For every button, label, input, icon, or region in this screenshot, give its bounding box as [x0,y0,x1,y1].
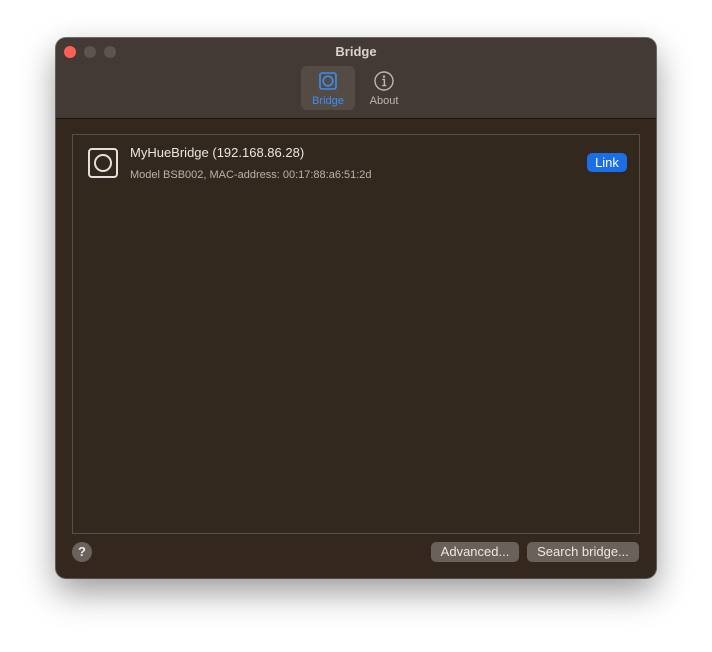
info-icon [374,71,394,91]
tab-bridge[interactable]: Bridge [301,66,355,110]
tab-about[interactable]: About [359,66,409,110]
bridge-name: MyHueBridge (192.168.86.28) [130,145,305,160]
bridge-icon [319,72,337,90]
search-bridge-button[interactable]: Search bridge... [527,542,639,562]
hue-bridge-icon [88,148,118,178]
bridge-window: Bridge Bridge About MyHueBridge (192.168… [56,38,656,578]
advanced-button[interactable]: Advanced... [431,542,519,562]
tab-about-label: About [369,95,399,107]
tab-bridge-label: Bridge [312,95,344,107]
link-button[interactable]: Link [587,153,627,172]
titlebar: Bridge Bridge About [56,38,656,119]
window-title: Bridge [335,44,377,59]
help-button[interactable]: ? [72,542,92,562]
bridge-detail: Model BSB002, MAC-address: 00:17:88:a6:5… [130,169,372,181]
list-item[interactable]: MyHueBridge (192.168.86.28) Model BSB002… [73,135,639,191]
bridge-list: MyHueBridge (192.168.86.28) Model BSB002… [72,134,640,534]
